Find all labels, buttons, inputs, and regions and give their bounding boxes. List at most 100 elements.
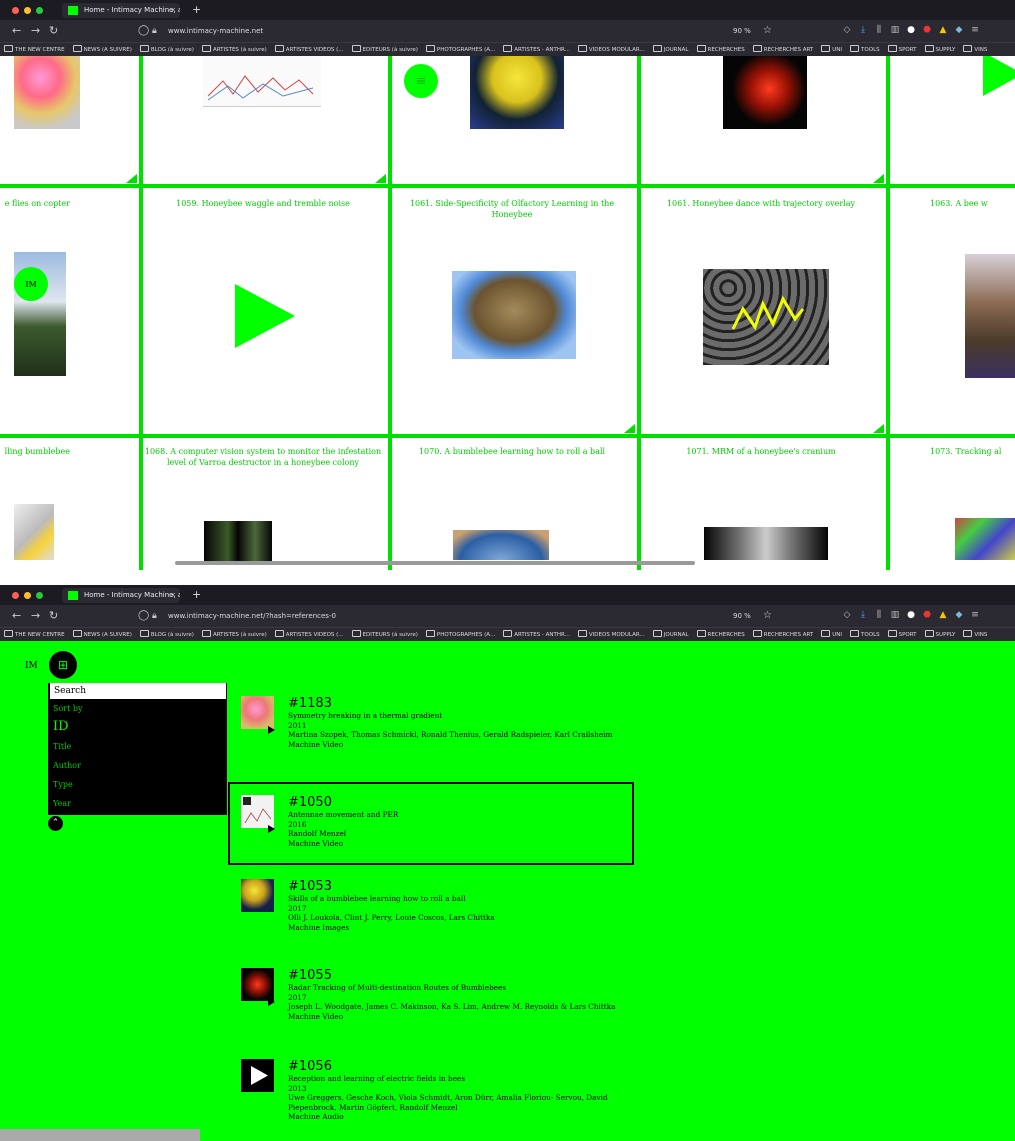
bookmark-item[interactable]: RECHERCHES ART	[749, 43, 818, 57]
bookmark-item[interactable]: RECHERCHES ART	[749, 628, 818, 642]
shield-icon[interactable]: ◯	[138, 608, 149, 624]
sidebar-icon[interactable]: ▥	[890, 24, 900, 36]
close-tab-icon[interactable]: ×	[170, 588, 176, 603]
thumbnail-image[interactable]	[453, 530, 549, 560]
thumbnail-image[interactable]	[965, 254, 1015, 378]
sort-option-title[interactable]: Title	[53, 742, 71, 751]
bookmark-item[interactable]: UNI	[817, 628, 846, 642]
close-window-button[interactable]	[12, 592, 19, 599]
entry-thumbnail[interactable]	[241, 795, 274, 828]
item-caption[interactable]: 1061. Honeybee dance with trajectory ove…	[641, 198, 881, 209]
bookmark-item[interactable]: TOOLS	[846, 628, 884, 642]
bookmark-star-icon[interactable]: ☆	[763, 23, 772, 39]
play-icon[interactable]	[268, 726, 275, 734]
entry-thumbnail[interactable]	[241, 879, 274, 912]
download-icon[interactable]: ⤓	[858, 609, 868, 621]
play-icon[interactable]	[268, 998, 275, 1006]
bookmark-item[interactable]: THE NEW CENTRE	[0, 628, 69, 642]
sort-option-author[interactable]: Author	[53, 761, 81, 770]
thumbnail-image[interactable]	[704, 527, 828, 560]
thumbnail-image[interactable]	[204, 521, 272, 561]
grid-view-icon[interactable]: ⊞	[49, 651, 77, 679]
browser-tab[interactable]: Home - Intimacy Machine, an o ×	[62, 588, 180, 603]
bookmark-item[interactable]: EDITEURS (à suivre)	[348, 43, 422, 57]
new-tab-button[interactable]: +	[192, 588, 201, 601]
hamburger-icon[interactable]: ≡	[404, 64, 438, 98]
extension-puzzle-icon[interactable]: ◆	[954, 24, 964, 36]
extension-puzzle-icon[interactable]: ◆	[954, 609, 964, 621]
bookmark-item[interactable]: SPORT	[884, 628, 921, 642]
horizontal-scrollbar[interactable]	[175, 561, 695, 565]
adblock-icon[interactable]: ⬣	[922, 24, 932, 36]
thumbnail-image[interactable]	[14, 504, 54, 560]
bookmark-item[interactable]: BLOG (à suivre)	[136, 628, 198, 642]
item-caption[interactable]: 1070. A bumblebee learning how to roll a…	[392, 446, 632, 457]
bookmark-item[interactable]: ARTISTES (à suivre)	[198, 628, 271, 642]
item-caption[interactable]: 1061. Side-Specificity of Olfactory Lear…	[392, 198, 632, 220]
item-caption[interactable]: e flies on copter	[0, 198, 70, 209]
bookmark-item[interactable]: TOOLS	[846, 43, 884, 57]
item-caption[interactable]: 1063. A bee w	[930, 198, 1015, 209]
download-icon[interactable]: ⤓	[858, 24, 868, 36]
item-caption[interactable]: lling bumblebee	[0, 446, 70, 457]
bookmark-item[interactable]: VINS	[959, 43, 991, 57]
extension-icon[interactable]: ●	[906, 24, 916, 36]
minimize-window-button[interactable]	[24, 592, 31, 599]
thumbnail-image[interactable]	[723, 56, 807, 129]
zoom-window-button[interactable]	[36, 592, 43, 599]
menu-icon[interactable]: ≡	[970, 24, 980, 36]
reload-icon[interactable]: ↻	[49, 24, 58, 37]
sort-option-year[interactable]: Year	[53, 799, 71, 808]
item-caption[interactable]: 1068. A computer vision system to monito…	[143, 446, 383, 468]
close-tab-icon[interactable]: ×	[170, 3, 176, 18]
zoom-level[interactable]: 90 %	[733, 608, 751, 624]
bookmark-item[interactable]: VINS	[959, 628, 991, 642]
bookmark-item[interactable]: NEWS (A SUIVRE)	[69, 628, 136, 642]
bookmark-item[interactable]: ARTISTES (à suivre)	[198, 43, 271, 57]
browser-tab[interactable]: Home - Intimacy Machine, an o ×	[62, 3, 180, 18]
bookmark-item[interactable]: VIDEOS MODULAR...	[574, 43, 649, 57]
adblock-icon[interactable]: ⬣	[922, 609, 932, 621]
zoom-level[interactable]: 90 %	[733, 23, 751, 39]
bookmark-item[interactable]: RECHERCHES	[693, 43, 749, 57]
sort-option-id[interactable]: ID	[53, 719, 69, 734]
bookmark-item[interactable]: THE NEW CENTRE	[0, 43, 69, 57]
lock-icon[interactable]: 🔒︎	[152, 608, 157, 624]
item-caption[interactable]: 1073. Tracking al	[930, 446, 1015, 457]
bookmark-item[interactable]: RECHERCHES	[693, 628, 749, 642]
thumbnail-image[interactable]	[470, 56, 564, 129]
bookmark-item[interactable]: BLOG (à suivre)	[136, 43, 198, 57]
entry-thumbnail[interactable]	[241, 968, 274, 1001]
library-icon[interactable]: ⫼	[874, 24, 884, 36]
bookmark-item[interactable]: NEWS (A SUIVRE)	[69, 43, 136, 57]
thumbnail-image[interactable]	[452, 271, 576, 359]
thumbnail-image[interactable]	[955, 518, 1015, 560]
zoom-window-button[interactable]	[36, 7, 43, 14]
play-icon[interactable]	[235, 284, 295, 348]
item-caption[interactable]: 1059. Honeybee waggle and tremble noise	[143, 198, 383, 209]
bookmark-item[interactable]: ARTISTES - ANTHR...	[499, 43, 574, 57]
pocket-icon[interactable]: ◇	[842, 609, 852, 621]
close-window-button[interactable]	[12, 7, 19, 14]
reload-icon[interactable]: ↻	[49, 609, 58, 622]
lock-icon[interactable]: 🔒︎	[152, 23, 157, 39]
shield-icon[interactable]: ◯	[138, 23, 149, 39]
bookmark-item[interactable]: SUPPLY	[921, 628, 960, 642]
bookmark-item[interactable]: ARTISTES VIDEOS (...	[271, 628, 348, 642]
bookmark-item[interactable]: UNI	[817, 43, 846, 57]
bookmark-item[interactable]: EDITEURS (à suivre)	[348, 628, 422, 642]
bookmark-item[interactable]: SUPPLY	[921, 43, 960, 57]
menu-icon[interactable]: ≡	[970, 609, 980, 621]
item-caption[interactable]: 1071. MRM of a honeybee's cranium	[641, 446, 881, 457]
forward-icon[interactable]: →	[31, 609, 40, 622]
play-icon[interactable]	[983, 56, 1015, 96]
bookmark-item[interactable]: ARTISTES - ANTHR...	[499, 628, 574, 642]
sidebar-icon[interactable]: ▥	[890, 609, 900, 621]
bookmark-item[interactable]: SPORT	[884, 43, 921, 57]
bookmark-item[interactable]: PHOTOGRAPHES (A...	[422, 43, 499, 57]
extension-alert-icon[interactable]: ▲	[938, 609, 948, 621]
address-bar[interactable]: ◯ 🔒︎ www.intimacy-machine.net/?hash=refe…	[138, 608, 778, 624]
library-icon[interactable]: ⫼	[874, 609, 884, 621]
minimize-window-button[interactable]	[24, 7, 31, 14]
pocket-icon[interactable]: ◇	[842, 24, 852, 36]
